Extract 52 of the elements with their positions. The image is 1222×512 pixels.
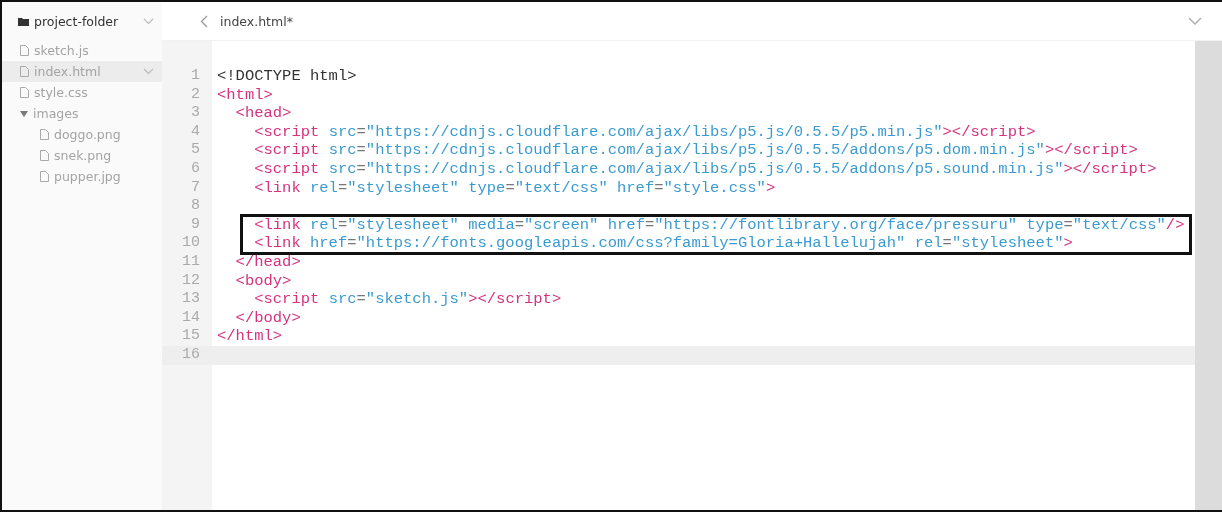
code-line: <link rel="stylesheet" media="screen" href="https://fontlibrary.org/face/pressuru" type="text/css"/> (253, 215, 1185, 234)
folder-icon (18, 16, 29, 26)
chevron-down-icon[interactable] (1188, 17, 1202, 25)
line-number: 15 (181, 327, 201, 346)
line-number: 7 (190, 178, 201, 198)
triangle-icon[interactable] (20, 109, 28, 118)
line-number: 16 (162, 345, 212, 365)
line-number: 11 (181, 252, 201, 272)
line-number: 14 (181, 308, 201, 328)
code-line: <script src="https://cdnjs.cloudflare.com/ajax/libs/p5.js/0.5.5/addons/p5.dom.min.js"></script> (253, 141, 1138, 160)
chevron-down-icon[interactable] (143, 17, 154, 25)
chevron-down-icon[interactable] (143, 68, 154, 75)
line-number: 3 (190, 104, 201, 123)
code-line: </head> (234, 252, 301, 271)
file-icon (40, 171, 49, 182)
line-number: 5 (190, 141, 201, 160)
project-title: project-folder (34, 13, 119, 29)
code-line: <script src="https://cdnjs.cloudflare.com/ajax/libs/p5.js/0.5.5/addons/p5.sound.min.js"></script> (253, 159, 1157, 178)
file-icon (20, 66, 29, 77)
file-tab[interactable]: index.html* (220, 13, 293, 29)
file-item[interactable]: pupper.jpg (2, 166, 162, 187)
line-number: 8 (190, 197, 201, 216)
code-line: <link rel="stylesheet" type="text/css" href="style.css"> (253, 178, 776, 197)
code-line: <script src="sketch.js"></script> (253, 290, 562, 309)
file-item[interactable]: doggo.png (2, 124, 162, 145)
code-line: <head> (234, 104, 292, 123)
line-number: 6 (190, 159, 201, 179)
folder-item[interactable]: images (2, 103, 162, 124)
scrollbar[interactable] (1195, 41, 1222, 510)
code-line: </html> (217, 327, 283, 346)
line-number: 4 (190, 122, 201, 142)
file-icon (20, 45, 29, 56)
code-line: <script src="https://cdnjs.cloudflare.com/ajax/libs/p5.js/0.5.5/p5.min.js"></script> (253, 122, 1036, 141)
code-line: <!DOCTYPE html> (217, 67, 357, 85)
line-number: 10 (181, 234, 201, 253)
line-number: 1 (190, 67, 201, 86)
file-icon (20, 87, 29, 98)
file-item[interactable]: index.html (2, 61, 162, 82)
line-number: 13 (181, 290, 201, 309)
file-item[interactable]: sketch.js (2, 40, 162, 61)
back-icon[interactable] (200, 14, 208, 28)
code-line: </body> (234, 308, 301, 327)
line-number: 9 (190, 215, 201, 235)
code-line: <html> (217, 85, 273, 104)
code-line: <body> (234, 271, 292, 290)
code-line: <link href="https://fonts.googleapis.com/css?family=Gloria+Hallelujah" rel="stylesheet"> (253, 234, 1073, 253)
line-number: 2 (190, 85, 201, 105)
file-icon (40, 150, 49, 161)
file-item[interactable]: style.css (2, 82, 162, 103)
file-item[interactable]: snek.png (2, 145, 162, 166)
file-icon (40, 129, 49, 140)
line-number: 12 (181, 271, 201, 291)
